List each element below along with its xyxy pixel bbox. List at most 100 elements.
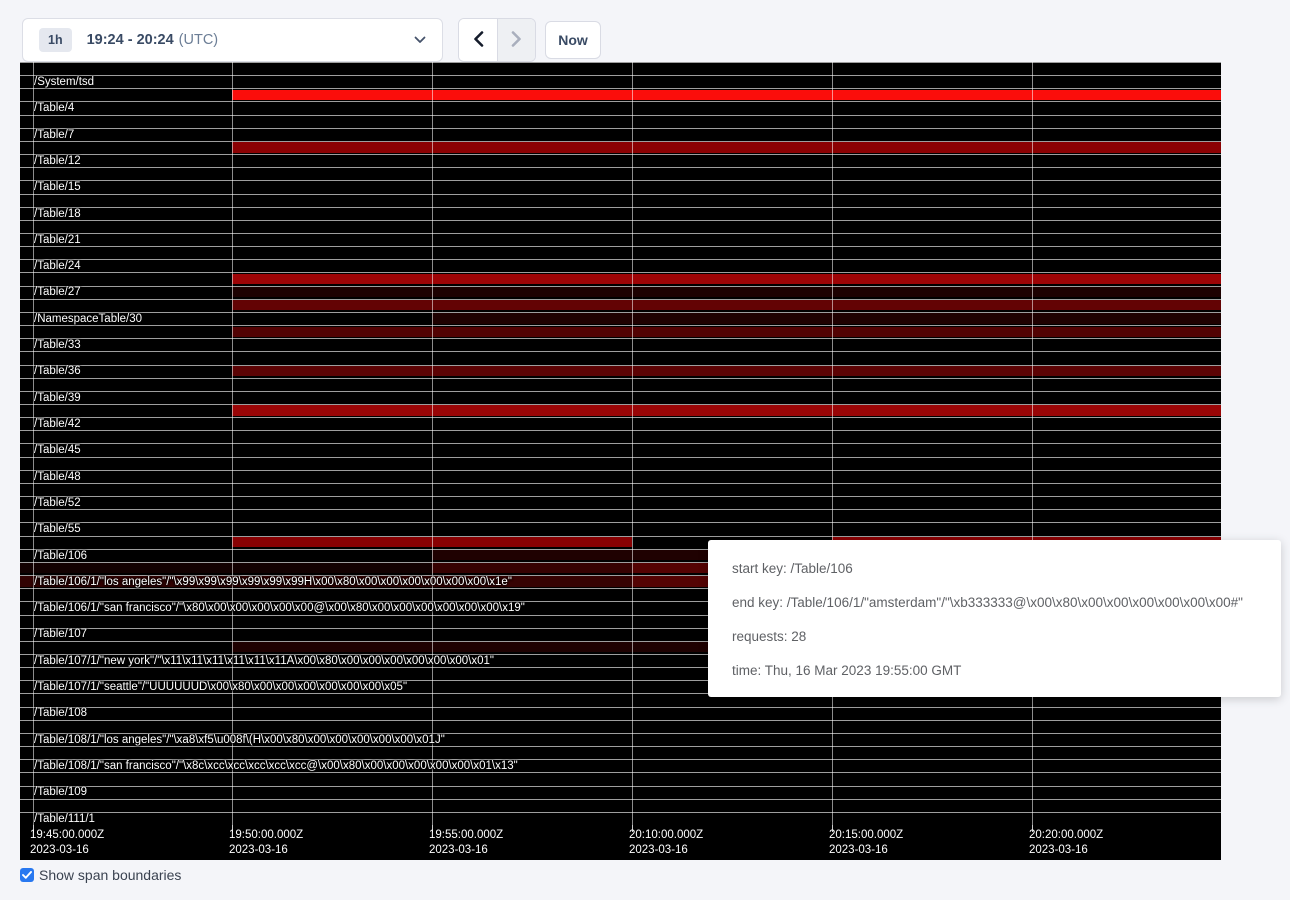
span-boundary-line	[20, 522, 1221, 523]
time-range-value: 19:24 - 20:24	[87, 32, 174, 48]
row-label: /Table/18	[34, 208, 81, 221]
now-button[interactable]: Now	[545, 21, 601, 59]
row-label: /Table/108/1/"los angeles"/"\xa8\xf5\u00…	[34, 734, 445, 747]
heat-band	[232, 90, 1221, 100]
time-range-timezone: (UTC)	[179, 32, 218, 48]
time-range-dropdown[interactable]: 1h 19:24 - 20:24 (UTC)	[22, 18, 443, 62]
time-gridline	[432, 62, 433, 825]
row-label: /Table/106	[34, 550, 87, 563]
heat-band	[232, 366, 1221, 376]
span-boundary-line	[20, 417, 1221, 418]
heat-band	[232, 405, 1221, 415]
span-boundary-line	[20, 457, 1221, 458]
span-boundary-line	[20, 272, 1221, 273]
heat-band	[232, 300, 1221, 310]
row-label: /Table/45	[34, 444, 81, 457]
previous-interval-button[interactable]	[459, 19, 497, 61]
heat-band	[232, 287, 1221, 297]
row-label: /Table/107/1/"new york"/"\x11\x11\x11\x1…	[34, 655, 494, 668]
x-axis-date-label: 2023-03-16	[1029, 844, 1088, 856]
span-boundary-line	[20, 299, 1221, 300]
row-label: /Table/52	[34, 497, 81, 510]
x-axis-date-label: 2023-03-16	[30, 844, 89, 856]
span-boundary-line	[20, 496, 1221, 497]
span-boundary-line	[20, 286, 1221, 287]
x-axis: 19:45:00.000Z2023-03-1619:50:00.000Z2023…	[20, 825, 1221, 860]
span-boundary-line	[20, 483, 1221, 484]
tooltip-requests: requests: 28	[732, 620, 1257, 654]
footer: Show span boundaries	[20, 867, 181, 883]
span-boundary-line	[20, 128, 1221, 129]
heat-band	[20, 563, 432, 573]
x-axis-time-label: 20:20:00.000Z	[1029, 829, 1103, 841]
span-boundary-line	[20, 62, 1221, 63]
time-nav-group	[458, 18, 536, 62]
x-axis-time-label: 19:55:00.000Z	[429, 829, 503, 841]
x-axis-time-label: 20:10:00.000Z	[629, 829, 703, 841]
span-boundary-line	[20, 404, 1221, 405]
span-boundary-line	[20, 233, 1221, 234]
heat-band	[232, 274, 1221, 284]
span-boundary-line	[20, 707, 1221, 708]
x-axis-date-label: 2023-03-16	[829, 844, 888, 856]
span-boundary-line	[20, 536, 1221, 537]
time-range-preset-badge: 1h	[39, 28, 72, 52]
span-boundary-line	[20, 194, 1221, 195]
heat-band	[232, 327, 1221, 337]
chevron-left-icon	[473, 31, 484, 50]
check-icon	[22, 866, 32, 884]
row-label: /Table/109	[34, 786, 87, 799]
span-boundary-line	[20, 509, 1221, 510]
span-boundary-line	[20, 378, 1221, 379]
span-boundary-line	[20, 365, 1221, 366]
time-gridline	[1032, 62, 1033, 825]
row-label: /Table/24	[34, 260, 81, 273]
span-boundary-line	[20, 101, 1221, 102]
span-boundary-line	[20, 167, 1221, 168]
span-boundary-line	[20, 220, 1221, 221]
row-label: /Table/42	[34, 418, 81, 431]
x-axis-time-label: 19:45:00.000Z	[30, 829, 104, 841]
row-label: /Table/36	[34, 365, 81, 378]
tooltip-end-key: end key: /Table/106/1/"amsterdam"/"\xb33…	[732, 586, 1257, 620]
row-label: /Table/106/1/"san francisco"/"\x80\x00\x…	[34, 602, 525, 615]
span-boundary-line	[20, 207, 1221, 208]
heat-band	[432, 313, 1221, 323]
span-boundary-line	[20, 799, 1221, 800]
x-axis-date-label: 2023-03-16	[229, 844, 288, 856]
next-interval-button[interactable]	[497, 19, 535, 61]
row-label: /Table/12	[34, 155, 81, 168]
span-boundary-line	[20, 259, 1221, 260]
row-label: /Table/21	[34, 234, 81, 247]
show-span-boundaries-checkbox[interactable]	[20, 868, 34, 882]
span-boundary-line	[20, 141, 1221, 142]
span-boundary-line	[20, 430, 1221, 431]
span-boundary-line	[20, 470, 1221, 471]
time-gridline	[632, 62, 633, 825]
row-label: /Table/7	[34, 129, 74, 142]
row-label: /Table/55	[34, 523, 81, 536]
row-label: /NamespaceTable/30	[34, 313, 142, 326]
row-label: /Table/27	[34, 286, 81, 299]
key-visualizer-canvas[interactable]: /System/tsd/Table/4/Table/7/Table/12/Tab…	[20, 62, 1221, 860]
time-gridline	[232, 62, 233, 825]
x-axis-date-label: 2023-03-16	[629, 844, 688, 856]
row-label: /Table/39	[34, 392, 81, 405]
x-axis-time-label: 20:15:00.000Z	[829, 829, 903, 841]
span-boundary-line	[20, 154, 1221, 155]
chevron-down-icon	[414, 36, 426, 44]
tooltip-time: time: Thu, 16 Mar 2023 19:55:00 GMT	[732, 654, 1257, 688]
tooltip-start-key: start key: /Table/106	[732, 552, 1257, 586]
span-boundary-line	[20, 812, 1221, 813]
span-boundary-line	[20, 351, 1221, 352]
span-boundary-line	[20, 115, 1221, 116]
span-boundary-line	[20, 180, 1221, 181]
row-label: /Table/48	[34, 471, 81, 484]
span-boundary-line	[20, 312, 1221, 313]
span-boundary-line	[20, 75, 1221, 76]
heat-band	[232, 142, 1221, 152]
x-axis-date-label: 2023-03-16	[429, 844, 488, 856]
row-label: /Table/15	[34, 181, 81, 194]
span-boundary-line	[20, 391, 1221, 392]
span-boundary-line	[20, 325, 1221, 326]
